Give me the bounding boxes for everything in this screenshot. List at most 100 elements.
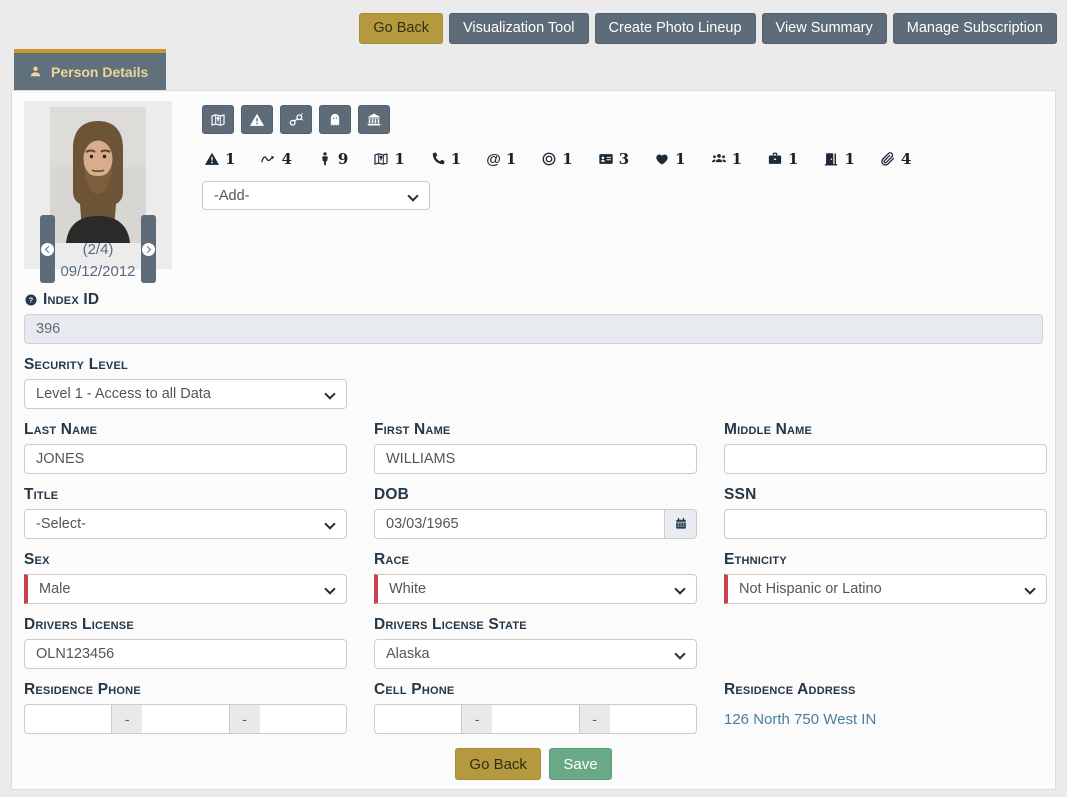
quick-tools: 1 4 9 1 1 @1 1 3 1 1 1 1 4 -Add-: [202, 101, 911, 269]
count-relationships[interactable]: 1: [654, 150, 685, 168]
record-counts: 1 4 9 1 1 @1 1 3 1 1 1 1 4: [204, 150, 911, 168]
next-photo-button[interactable]: [141, 215, 156, 283]
count-activity[interactable]: 4: [260, 150, 291, 168]
previous-photo-button[interactable]: [40, 215, 55, 283]
map-marked-icon: [210, 112, 226, 128]
security-level-select[interactable]: Level 1 - Access to all Data: [24, 379, 347, 409]
cell-phone-prefix-field[interactable]: [492, 704, 579, 734]
bullseye-icon: [541, 151, 557, 167]
photo-caption-row: (2/4) 09/12/2012: [24, 215, 172, 283]
chevron-down-icon: [407, 190, 418, 201]
phone-separator: -: [462, 704, 492, 734]
chevron-left-icon: [41, 243, 54, 256]
cell-phone-area-field[interactable]: [374, 704, 462, 734]
bank-button[interactable]: [358, 105, 390, 134]
squiggle-icon: [260, 151, 276, 167]
chevron-down-icon: [674, 583, 685, 594]
warning-button[interactable]: [241, 105, 273, 134]
users-icon: [711, 151, 727, 167]
security-level-label: Security Level: [24, 356, 1043, 374]
photo-date: 09/12/2012: [55, 261, 141, 283]
cell-phone-line-field[interactable]: [610, 704, 697, 734]
residence-phone-area-field[interactable]: [24, 704, 112, 734]
help-question-icon[interactable]: [24, 293, 38, 307]
drivers-license-state-select[interactable]: Alaska: [374, 639, 697, 669]
race-select[interactable]: White: [374, 574, 697, 604]
create-photo-lineup-button[interactable]: Create Photo Lineup: [595, 13, 756, 44]
paperclip-icon: [880, 151, 896, 167]
go-back-button-top[interactable]: Go Back: [359, 13, 443, 44]
count-warnings[interactable]: 1: [204, 150, 235, 168]
cell-phone-group: - -: [374, 704, 697, 734]
count-employment[interactable]: 1: [767, 150, 798, 168]
add-dropdown-value: -Add-: [214, 188, 249, 204]
dob-field[interactable]: [374, 509, 665, 539]
calendar-button[interactable]: [665, 509, 697, 539]
photo-counter: (2/4): [55, 239, 141, 261]
count-attachments[interactable]: 4: [880, 150, 911, 168]
briefcase-icon: [767, 151, 783, 167]
count-premises[interactable]: 1: [823, 150, 854, 168]
entity-toolbar: [202, 105, 911, 134]
heart-icon: [654, 151, 670, 167]
handcuffs-button[interactable]: [280, 105, 312, 134]
phone-icon: [430, 151, 446, 167]
first-name-label: First Name: [374, 421, 697, 439]
photo-caption: (2/4) 09/12/2012: [55, 215, 141, 283]
count-targets[interactable]: 1: [541, 150, 572, 168]
bank-icon: [366, 112, 382, 128]
middle-name-field[interactable]: [724, 444, 1047, 474]
count-groups[interactable]: 1: [711, 150, 742, 168]
residence-address-link[interactable]: 126 North 750 West IN: [724, 704, 1047, 728]
count-id-cards[interactable]: 3: [598, 150, 629, 168]
warning-triangle-icon: [249, 112, 265, 128]
chevron-down-icon: [324, 583, 335, 594]
residence-phone-line-field[interactable]: [260, 704, 347, 734]
count-emails[interactable]: @1: [486, 150, 516, 168]
tab-person-details[interactable]: Person Details: [14, 49, 166, 90]
add-dropdown[interactable]: -Add-: [202, 181, 430, 210]
residence-phone-prefix-field[interactable]: [142, 704, 229, 734]
ethnicity-label: Ethnicity: [724, 551, 1047, 569]
dob-label: DOB: [374, 486, 697, 504]
title-label: Title: [24, 486, 347, 504]
chevron-down-icon: [674, 648, 685, 659]
ethnicity-select[interactable]: Not Hispanic or Latino: [724, 574, 1047, 604]
last-name-field[interactable]: [24, 444, 347, 474]
manage-subscription-button[interactable]: Manage Subscription: [893, 13, 1057, 44]
count-locations[interactable]: 1: [373, 150, 404, 168]
index-id-label: Index ID: [24, 291, 1043, 309]
ssn-field[interactable]: [724, 509, 1047, 539]
drivers-license-field[interactable]: [24, 639, 347, 669]
phone-separator: -: [580, 704, 610, 734]
index-id-field: [24, 314, 1043, 344]
visualization-tool-button[interactable]: Visualization Tool: [449, 13, 589, 44]
phone-separator: -: [112, 704, 142, 734]
residence-phone-group: - -: [24, 704, 347, 734]
map-marked-button[interactable]: [202, 105, 234, 134]
top-toolbar: Go Back Visualization Tool Create Photo …: [0, 0, 1067, 49]
save-button[interactable]: Save: [549, 748, 611, 780]
chevron-down-icon: [1024, 583, 1035, 594]
last-name-label: Last Name: [24, 421, 347, 439]
go-back-button-bottom[interactable]: Go Back: [455, 748, 541, 780]
door-icon: [823, 151, 839, 167]
cell-phone-label: Cell Phone: [374, 681, 697, 699]
at-sign-icon: @: [486, 151, 501, 168]
race-label: Race: [374, 551, 697, 569]
tab-bar: Person Details: [0, 49, 1067, 90]
id-card-icon: [598, 151, 614, 167]
drivers-license-label: Drivers License: [24, 616, 347, 634]
view-summary-button[interactable]: View Summary: [762, 13, 887, 44]
form-footer: Go Back Save: [24, 748, 1043, 780]
middle-name-label: Middle Name: [724, 421, 1047, 439]
drivers-license-state-label: Drivers License State: [374, 616, 697, 634]
sex-select[interactable]: Male: [24, 574, 347, 604]
calendar-icon: [674, 517, 688, 531]
count-phones[interactable]: 1: [430, 150, 461, 168]
sex-label: Sex: [24, 551, 347, 569]
ghost-button[interactable]: [319, 105, 351, 134]
count-persons[interactable]: 9: [317, 150, 348, 168]
title-select[interactable]: -Select-: [24, 509, 347, 539]
first-name-field[interactable]: [374, 444, 697, 474]
